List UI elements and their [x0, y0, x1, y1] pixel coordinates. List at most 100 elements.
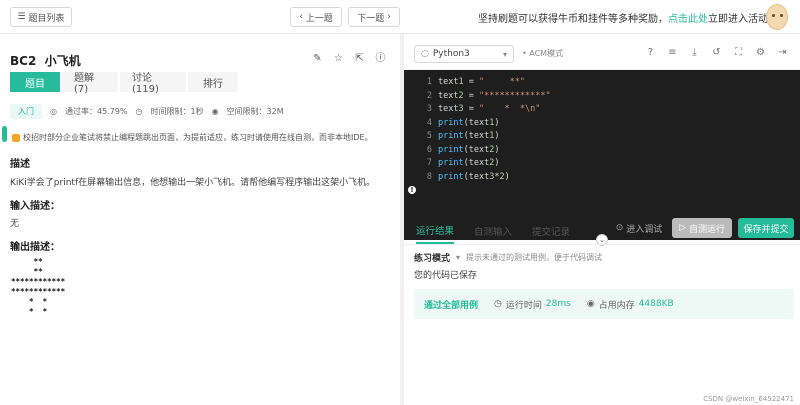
promo-link[interactable]: 点击此处: [668, 14, 708, 25]
saved-message: 您的代码已保存: [414, 271, 478, 281]
memory-label: 占用内存: [598, 300, 635, 311]
problem-meta: 入门 ◎ 通过率：45.79% ◷ 时间限制：1秒 ◉ 空间限制：32M: [10, 104, 284, 119]
scroll-indicator[interactable]: [2, 126, 7, 142]
self-run-button[interactable]: ▷ 自测运行: [672, 218, 732, 238]
next-label: 下一题: [357, 13, 385, 24]
code-line[interactable]: 1 text1 = " **": [404, 76, 800, 90]
line-number: 3: [426, 104, 432, 114]
practice-hint: 提示未通过的测试用例，便于代码调试: [466, 253, 603, 262]
title-actions: ✎ ☆ ⇱ ⓘ: [312, 53, 386, 64]
tab-run-result[interactable]: 运行结果: [416, 218, 455, 244]
fullscreen-icon[interactable]: ⛶: [733, 47, 744, 58]
help-icon[interactable]: ?: [645, 47, 656, 58]
chevron-down-icon: ▾: [502, 49, 507, 59]
acm-mode[interactable]: • ACM模式: [522, 48, 563, 59]
tab-discussion[interactable]: 讨论(119): [120, 72, 186, 95]
result-summary: 通过全部用例 ◷ 运行时间 28ms ◉ 占用内存 4488KB: [414, 289, 794, 319]
tab-ranking[interactable]: 排行: [188, 72, 238, 92]
problem-list-label: 题目列表: [28, 13, 65, 24]
ascii-airplane: ** ** ************ ************ * * * *: [11, 257, 66, 316]
format-icon[interactable]: ≡: [667, 47, 678, 58]
problem-panel: BC2 小飞机 ✎ ☆ ⇱ ⓘ 题目 题解(7) 讨论(119) 排行 入门 ◎…: [0, 34, 400, 405]
prev-problem-button[interactable]: ‹ 上一题: [290, 7, 342, 27]
warning-icon: [12, 133, 20, 142]
code-line[interactable]: 4 print(text1): [404, 117, 800, 131]
download-icon[interactable]: ⤓: [689, 47, 700, 58]
line-code[interactable]: print(text3*2): [438, 171, 510, 185]
space-limit: 空间限制：32M: [226, 107, 284, 116]
runtime-stat: ◷ 运行时间 28ms: [494, 298, 571, 311]
enter-debug-label: 进入调试: [626, 224, 663, 235]
input-heading: 输入描述：: [10, 201, 60, 212]
line-number: 1: [426, 77, 432, 87]
language-icon: ◌: [421, 49, 429, 59]
edit-icon[interactable]: ✎: [312, 53, 323, 64]
line-code[interactable]: text3 = " * *\n": [438, 103, 540, 117]
problem-title: BC2 小飞机: [10, 54, 81, 68]
chevron-right-icon: ›: [387, 12, 391, 22]
info-icon[interactable]: ⓘ: [375, 53, 386, 64]
code-editor[interactable]: 1 text1 = " **" 2 text2 = "************" 3 te…: [404, 70, 800, 240]
error-icon[interactable]: !: [408, 186, 416, 194]
code-line[interactable]: 7 print(text2): [404, 157, 800, 171]
save-submit-button[interactable]: 保存并提交: [738, 218, 794, 238]
output-heading: 输出描述：: [10, 242, 60, 253]
mascot-avatar-icon[interactable]: [766, 4, 788, 30]
code-line[interactable]: 8 print(text3*2): [404, 171, 800, 185]
list-icon: ☰: [17, 12, 26, 22]
time-limit: 时间限制：1秒: [150, 107, 204, 116]
line-number: 8: [426, 171, 432, 182]
line-code[interactable]: print(text1): [438, 130, 499, 144]
line-number: 2: [426, 90, 432, 101]
language-value: Python3: [432, 49, 470, 59]
line-number: 7: [426, 158, 432, 168]
star-icon[interactable]: ☆: [333, 53, 344, 64]
next-problem-button[interactable]: 下一题 ›: [348, 7, 400, 27]
line-number: 6: [426, 144, 432, 155]
problem-list-button[interactable]: ☰ 题目列表: [10, 7, 72, 27]
clock-icon: ◷: [135, 107, 143, 116]
play-icon: ▷: [679, 223, 686, 233]
pass-rate: 通过率：45.79%: [64, 107, 128, 116]
code-line[interactable]: 2 text2 = "************": [404, 90, 800, 104]
tab-solutions[interactable]: 题解(7): [62, 72, 118, 95]
tab-problem[interactable]: 题目: [10, 72, 60, 92]
practice-mode-select[interactable]: 练习模式: [414, 251, 450, 264]
line-code[interactable]: text2 = "************": [438, 90, 551, 104]
tab-self-test-input[interactable]: 自测输入: [474, 218, 512, 244]
clock-icon: ◷: [494, 299, 502, 309]
language-select[interactable]: ◌ Python3 ▾: [414, 45, 514, 63]
check-icon: ◎: [50, 107, 57, 116]
description-heading: 描述: [10, 159, 30, 170]
tab-submit-records[interactable]: 提交记录: [532, 218, 570, 244]
practice-mode: 练习模式 ▾ 提示未通过的测试用例，便于代码调试: [414, 251, 602, 264]
memory-stat: ◉ 占用内存 4488KB: [587, 298, 674, 311]
line-number: 5: [426, 131, 432, 141]
code-line[interactable]: 3 text3 = " * *\n": [404, 103, 800, 117]
settings-icon[interactable]: ⚙: [755, 47, 766, 58]
share-icon[interactable]: ⇱: [354, 53, 365, 64]
line-code[interactable]: print(text1): [438, 117, 499, 131]
line-code[interactable]: print(text2): [438, 157, 499, 171]
runtime-value: 28ms: [545, 299, 571, 309]
line-number: 4: [426, 117, 432, 128]
enter-debug-button[interactable]: ⊙ 进入调试: [610, 218, 668, 238]
difficulty-badge: 入门: [10, 104, 42, 119]
result-tabs-divider: [404, 244, 800, 245]
code-lines[interactable]: 1 text1 = " **" 2 text2 = "************" 3 te…: [404, 76, 800, 184]
code-line[interactable]: 5 print(text1): [404, 130, 800, 144]
editor-actions: ? ≡ ⤓ ↺ ⛶ ⚙ ⇥: [645, 47, 788, 58]
code-line[interactable]: 6 print(text2): [404, 144, 800, 158]
problem-tabs: 题目 题解(7) 讨论(119) 排行: [10, 72, 240, 95]
warning-notice: 校招时部分企业笔试将禁止编程题跳出页面，为提前适应，练习时请使用在线自测，而非本…: [12, 132, 373, 143]
promo-text: 坚持刷题可以获得牛币和挂件等多种奖励，: [478, 14, 668, 25]
line-code[interactable]: print(text2): [438, 144, 499, 158]
code-panel: ◌ Python3 ▾ • ACM模式 ? ≡ ⤓ ↺ ⛶ ⚙ ⇥ 1 text1…: [404, 34, 800, 405]
chevron-down-icon[interactable]: ▾: [456, 253, 460, 262]
editor-toolbar: ◌ Python3 ▾ • ACM模式 ? ≡ ⤓ ↺ ⛶ ⚙ ⇥: [404, 34, 800, 70]
top-bar: ☰ 题目列表 ‹ 上一题 下一题 › 坚持刷题可以获得牛币和挂件等多种奖励，点击…: [0, 0, 800, 34]
collapse-panel-icon[interactable]: ⇥: [777, 47, 788, 58]
description-text: KiKi学会了printf在屏幕输出信息，他想输出一架小飞机。请帮他编写程序输出…: [10, 178, 376, 188]
reset-icon[interactable]: ↺: [711, 47, 722, 58]
line-code[interactable]: text1 = " **": [438, 76, 525, 90]
